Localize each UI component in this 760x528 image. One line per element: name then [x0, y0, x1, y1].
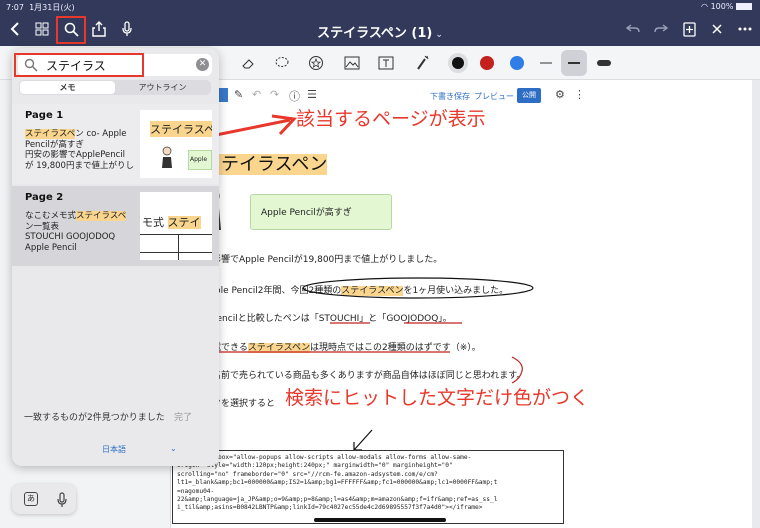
hand-drawn-bracket: [511, 356, 523, 384]
thumb-table-line: [140, 234, 212, 235]
color-black-selected[interactable]: [448, 53, 468, 73]
stroke-thick[interactable]: [594, 53, 614, 73]
redo-button[interactable]: [650, 18, 672, 40]
undo-icon: [626, 24, 640, 33]
search-scope-segment: メモ アウトライン: [19, 80, 211, 95]
wp-preview-label: プレビュー: [474, 92, 514, 101]
color-blue[interactable]: [510, 56, 524, 70]
grid-view-button[interactable]: [31, 18, 53, 40]
eraser-tool[interactable]: [238, 53, 258, 73]
more-button[interactable]: [734, 18, 756, 40]
color-red[interactable]: [480, 56, 494, 70]
result-page-label: Page 2: [25, 192, 64, 203]
thumb-title: モ式 ステイ: [142, 216, 201, 229]
search-field-highlight: [14, 53, 144, 77]
document-title[interactable]: ステイラスペン (1) ⌄: [290, 22, 470, 41]
home-indicator: [314, 518, 446, 522]
dictation-microphone-icon[interactable]: [56, 492, 68, 508]
share-button[interactable]: [88, 18, 110, 40]
info-icon: ⓘ: [289, 90, 300, 103]
image-tool[interactable]: [342, 53, 362, 73]
result-thumbnail: モ式 ステイ: [140, 192, 212, 260]
pen-icon: ✎: [234, 88, 244, 101]
result-thumbnail: ステイラスペ Apple: [140, 110, 212, 178]
battery-icon: [736, 3, 752, 10]
annotation-page-shown: 該当するページが表示: [296, 108, 486, 130]
laser-pointer-icon: [417, 55, 429, 70]
text-box-icon: [378, 56, 394, 70]
thumb-person-icon: [162, 146, 172, 168]
thumb-table-line: [140, 252, 212, 253]
share-icon: [92, 21, 106, 37]
stroke-thin[interactable]: [536, 53, 556, 73]
annotation-hit-colored: 検索にヒットした文字だけ色がつく: [285, 387, 590, 409]
wp-more-icon: ⋮: [574, 88, 585, 101]
wp-redo-icon: ↷: [270, 88, 280, 101]
result-page-label: Page 1: [25, 110, 64, 121]
result-snippet: ステイラスペン co- Apple Pencilが高すぎ 円安の影響でApple…: [25, 129, 134, 171]
wp-publish-label: 公開: [517, 88, 541, 103]
search-button-highlight: [56, 16, 86, 44]
stroke-medium-icon: [564, 53, 584, 73]
article-line-1: の影響でApple Pencilが19,800円まで値上がりしました。: [203, 255, 443, 265]
hand-drawn-circle: [302, 277, 534, 299]
wp-draft-label: 下書き保存: [430, 92, 470, 101]
wp-undo-icon: ↶: [252, 88, 262, 101]
language-selector[interactable]: 日本語: [102, 444, 126, 455]
close-icon: [712, 24, 722, 34]
add-page-icon: [682, 21, 696, 37]
thumb-table-line: [178, 234, 179, 260]
wp-block-indicator: [218, 88, 228, 102]
search-result-page-2[interactable]: Page 2 なこむメモ式ステイラスペ ン一覧表 STOUCHI GOOJODO…: [12, 186, 219, 266]
tab-outline[interactable]: アウトライン: [115, 81, 210, 94]
speech-bubble: Apple Pencilが高すぎ: [250, 194, 392, 230]
shape-tool[interactable]: [306, 53, 326, 73]
back-button[interactable]: [4, 18, 26, 40]
clear-search-icon[interactable]: ✕: [196, 58, 209, 71]
image-icon: [344, 56, 360, 70]
search-result-page-1[interactable]: Page 1 ステイラスペン co- Apple Pencilが高すぎ 円安の影…: [12, 104, 219, 184]
list-icon: ☰: [307, 88, 317, 101]
add-page-button[interactable]: [678, 18, 700, 40]
eraser-icon: [242, 59, 254, 69]
grid-icon: [35, 22, 49, 36]
more-icon: [738, 27, 752, 31]
microphone-icon: [122, 21, 132, 36]
wifi-icon: ◠: [701, 2, 709, 11]
undo-button[interactable]: [622, 18, 644, 40]
hand-drawn-underline-long: [200, 351, 450, 353]
embed-code-block: iframe sandbox="allow-popups allow-scrip…: [172, 450, 564, 524]
tab-memo[interactable]: メモ: [20, 81, 115, 94]
article-line-5: の名前で売られている商品も多くありますが商品自体はほぼ同じと思われます。: [203, 371, 526, 381]
kana-input-button[interactable]: あ: [24, 492, 38, 506]
chevron-down-icon: ⌄: [170, 444, 177, 453]
done-button[interactable]: 完了: [174, 410, 192, 423]
settings-gear-icon: ⚙: [555, 88, 565, 101]
star-shape-icon: [309, 56, 323, 70]
lasso-tool[interactable]: [272, 53, 292, 73]
result-snippet: なこむメモ式ステイラスペ ン一覧表 STOUCHI GOOJODOQ Apple…: [25, 211, 127, 253]
laser-pointer-tool[interactable]: [412, 53, 432, 73]
redo-icon: [654, 24, 668, 33]
chevron-down-icon: ⌄: [435, 30, 443, 40]
lasso-icon: [275, 57, 289, 67]
status-time: 7:07 1月31日(火): [6, 3, 75, 12]
hand-drawn-underline-red: [330, 322, 462, 324]
text-tool[interactable]: [376, 53, 396, 73]
match-count-text: 一致するものが2件見つかりました: [24, 413, 165, 423]
microphone-button[interactable]: [116, 18, 138, 40]
thumb-title: ステイラスペ: [150, 121, 212, 137]
status-battery: ◠ 100%: [701, 2, 752, 11]
close-tools-button[interactable]: [706, 18, 728, 40]
thumb-bubble: Apple: [188, 150, 212, 170]
